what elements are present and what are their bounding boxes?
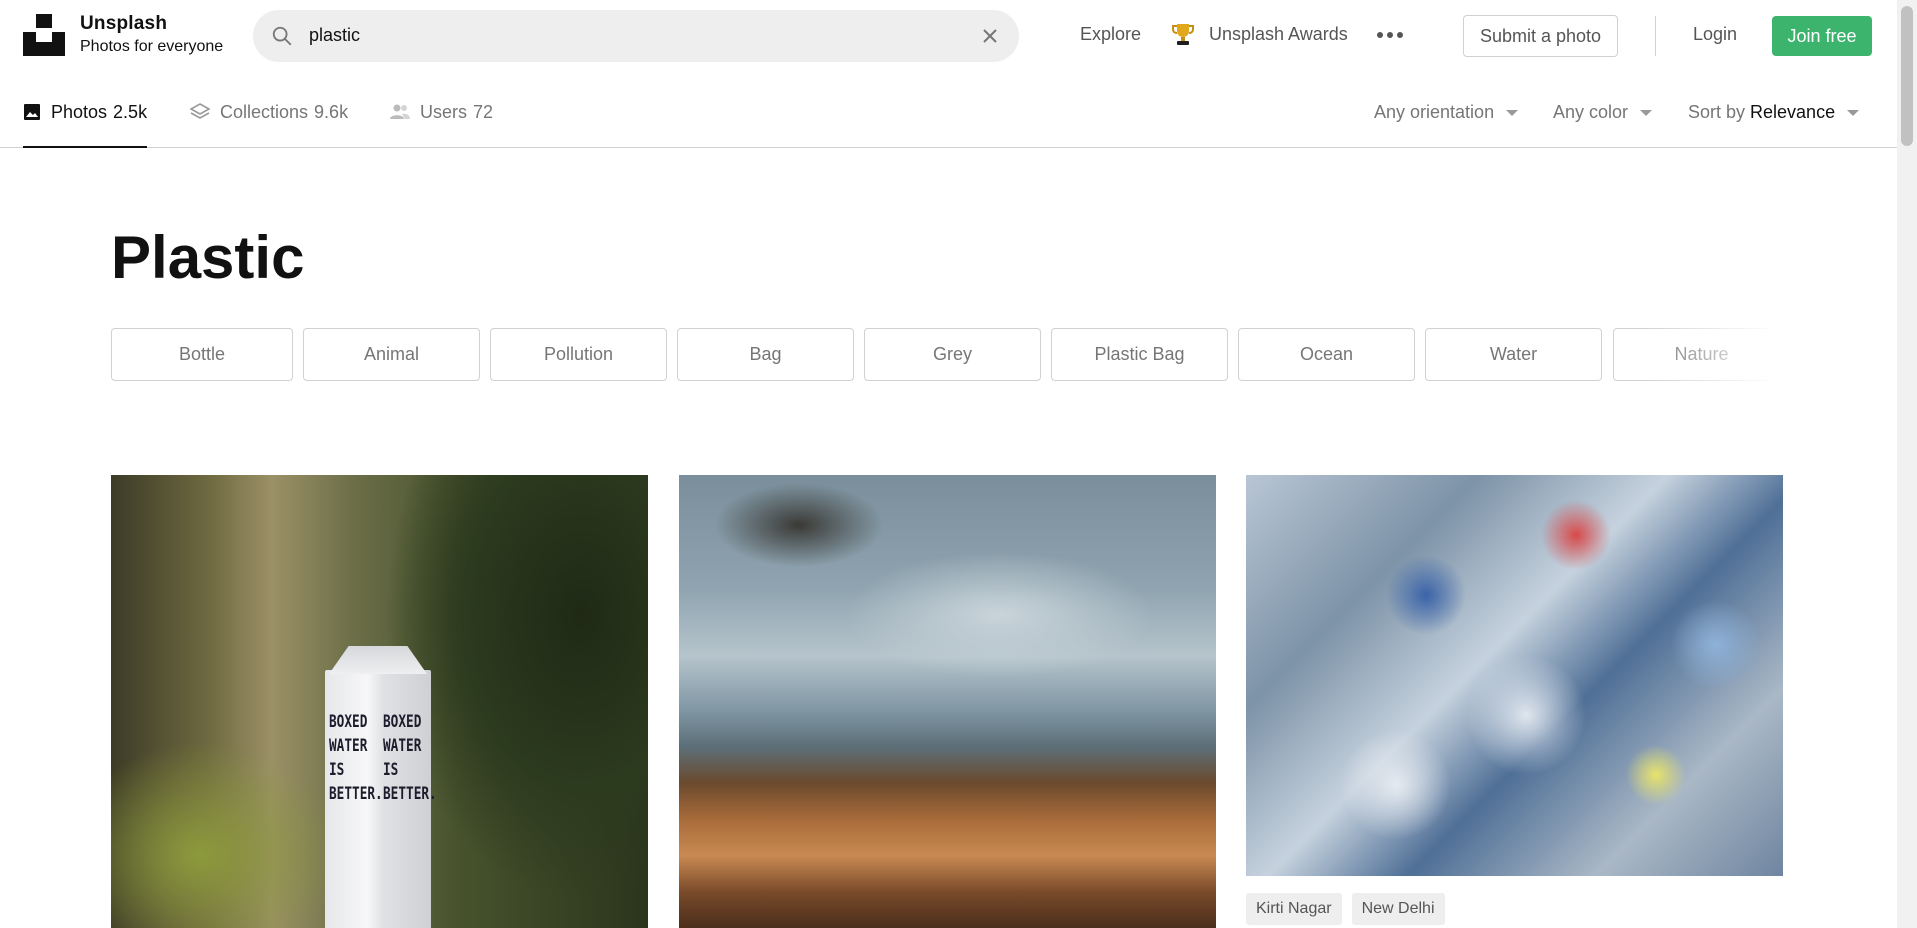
- submit-photo-button[interactable]: Submit a photo: [1463, 15, 1618, 57]
- search-tabs-bar: Photos 2.5k Collections 9.6k Users 72 An…: [0, 90, 1897, 148]
- brand-tagline: Photos for everyone: [80, 38, 224, 55]
- chevron-down-icon: [1506, 109, 1519, 116]
- tab-collections[interactable]: Collections 9.6k: [190, 102, 348, 148]
- layers-icon: [190, 103, 210, 119]
- awards-link[interactable]: Unsplash Awards: [1209, 24, 1348, 45]
- top-navbar: Unsplash Photos for everyone plastic Exp…: [0, 0, 1897, 72]
- photo-tag[interactable]: New Delhi: [1351, 893, 1445, 925]
- photo-tags: Kirti Nagar New Delhi: [1246, 893, 1445, 925]
- carton-print-left: BOXED WATER IS BETTER.: [329, 712, 383, 804]
- tab-users-count: 72: [473, 102, 494, 122]
- blurry-shore-photo[interactable]: [679, 475, 1216, 928]
- tab-photos-label: Photos: [51, 102, 108, 122]
- search-icon[interactable]: [271, 25, 293, 47]
- login-link[interactable]: Login: [1693, 24, 1737, 45]
- page-title: Plastic: [111, 224, 305, 291]
- photo-tag[interactable]: Kirti Nagar: [1246, 893, 1342, 925]
- close-icon[interactable]: [981, 27, 999, 45]
- related-searches: Bottle Animal Pollution Bag Grey Plastic…: [111, 328, 1784, 382]
- chevron-down-icon: [1847, 109, 1860, 116]
- scrollbar-thumb[interactable]: [1901, 6, 1913, 146]
- search-input[interactable]: plastic: [309, 25, 360, 46]
- related-chip[interactable]: Animal: [303, 328, 480, 381]
- brand-name: Unsplash: [80, 13, 168, 34]
- tab-collections-count: 9.6k: [314, 102, 349, 122]
- related-chip[interactable]: Pollution: [490, 328, 667, 381]
- color-filter[interactable]: Any color: [1553, 102, 1653, 123]
- water-carton: BOXED WATER IS BETTER. BOXED WATER IS BE…: [325, 646, 437, 928]
- explore-link[interactable]: Explore: [1080, 24, 1141, 45]
- tab-collections-label: Collections: [220, 102, 309, 122]
- sort-filter-value: Relevance: [1750, 102, 1836, 122]
- unsplash-logo-icon[interactable]: [23, 14, 65, 56]
- sort-filter-prefix: Sort by: [1688, 102, 1746, 122]
- related-chip[interactable]: Grey: [864, 328, 1041, 381]
- tab-photos[interactable]: Photos 2.5k: [23, 102, 148, 148]
- related-chip[interactable]: Ocean: [1238, 328, 1415, 381]
- orientation-filter-label: Any orientation: [1374, 102, 1495, 122]
- join-free-button[interactable]: Join free: [1772, 16, 1872, 56]
- carton-top: [329, 646, 427, 674]
- related-chip[interactable]: Nature: [1613, 328, 1784, 381]
- related-chip[interactable]: Water: [1425, 328, 1602, 381]
- plastic-bottles-pile-photo[interactable]: [1246, 475, 1783, 876]
- image-icon: [24, 104, 40, 120]
- related-chip[interactable]: Bottle: [111, 328, 293, 381]
- carton-print-right: BOXED WATER IS BETTER.: [383, 712, 437, 804]
- related-chip[interactable]: Bag: [677, 328, 854, 381]
- brand[interactable]: Unsplash Photos for everyone: [80, 14, 223, 55]
- chevron-down-icon: [1640, 109, 1653, 116]
- boxed-water-carton-photo[interactable]: BOXED WATER IS BETTER. BOXED WATER IS BE…: [111, 475, 648, 928]
- color-filter-label: Any color: [1553, 102, 1629, 122]
- related-chip[interactable]: Plastic Bag: [1051, 328, 1228, 381]
- page-scrollbar[interactable]: [1897, 0, 1917, 928]
- trophy-icon: [1172, 24, 1194, 45]
- search-bar[interactable]: plastic: [253, 10, 1019, 62]
- orientation-filter[interactable]: Any orientation: [1374, 102, 1519, 123]
- tab-photos-count: 2.5k: [113, 102, 148, 122]
- sort-filter[interactable]: Sort by Relevance: [1688, 102, 1860, 123]
- more-options-icon[interactable]: [1376, 31, 1404, 39]
- header-divider: [1655, 16, 1656, 56]
- tab-users-label: Users: [420, 102, 468, 122]
- tab-users[interactable]: Users 72: [390, 102, 493, 148]
- users-icon: [390, 104, 410, 119]
